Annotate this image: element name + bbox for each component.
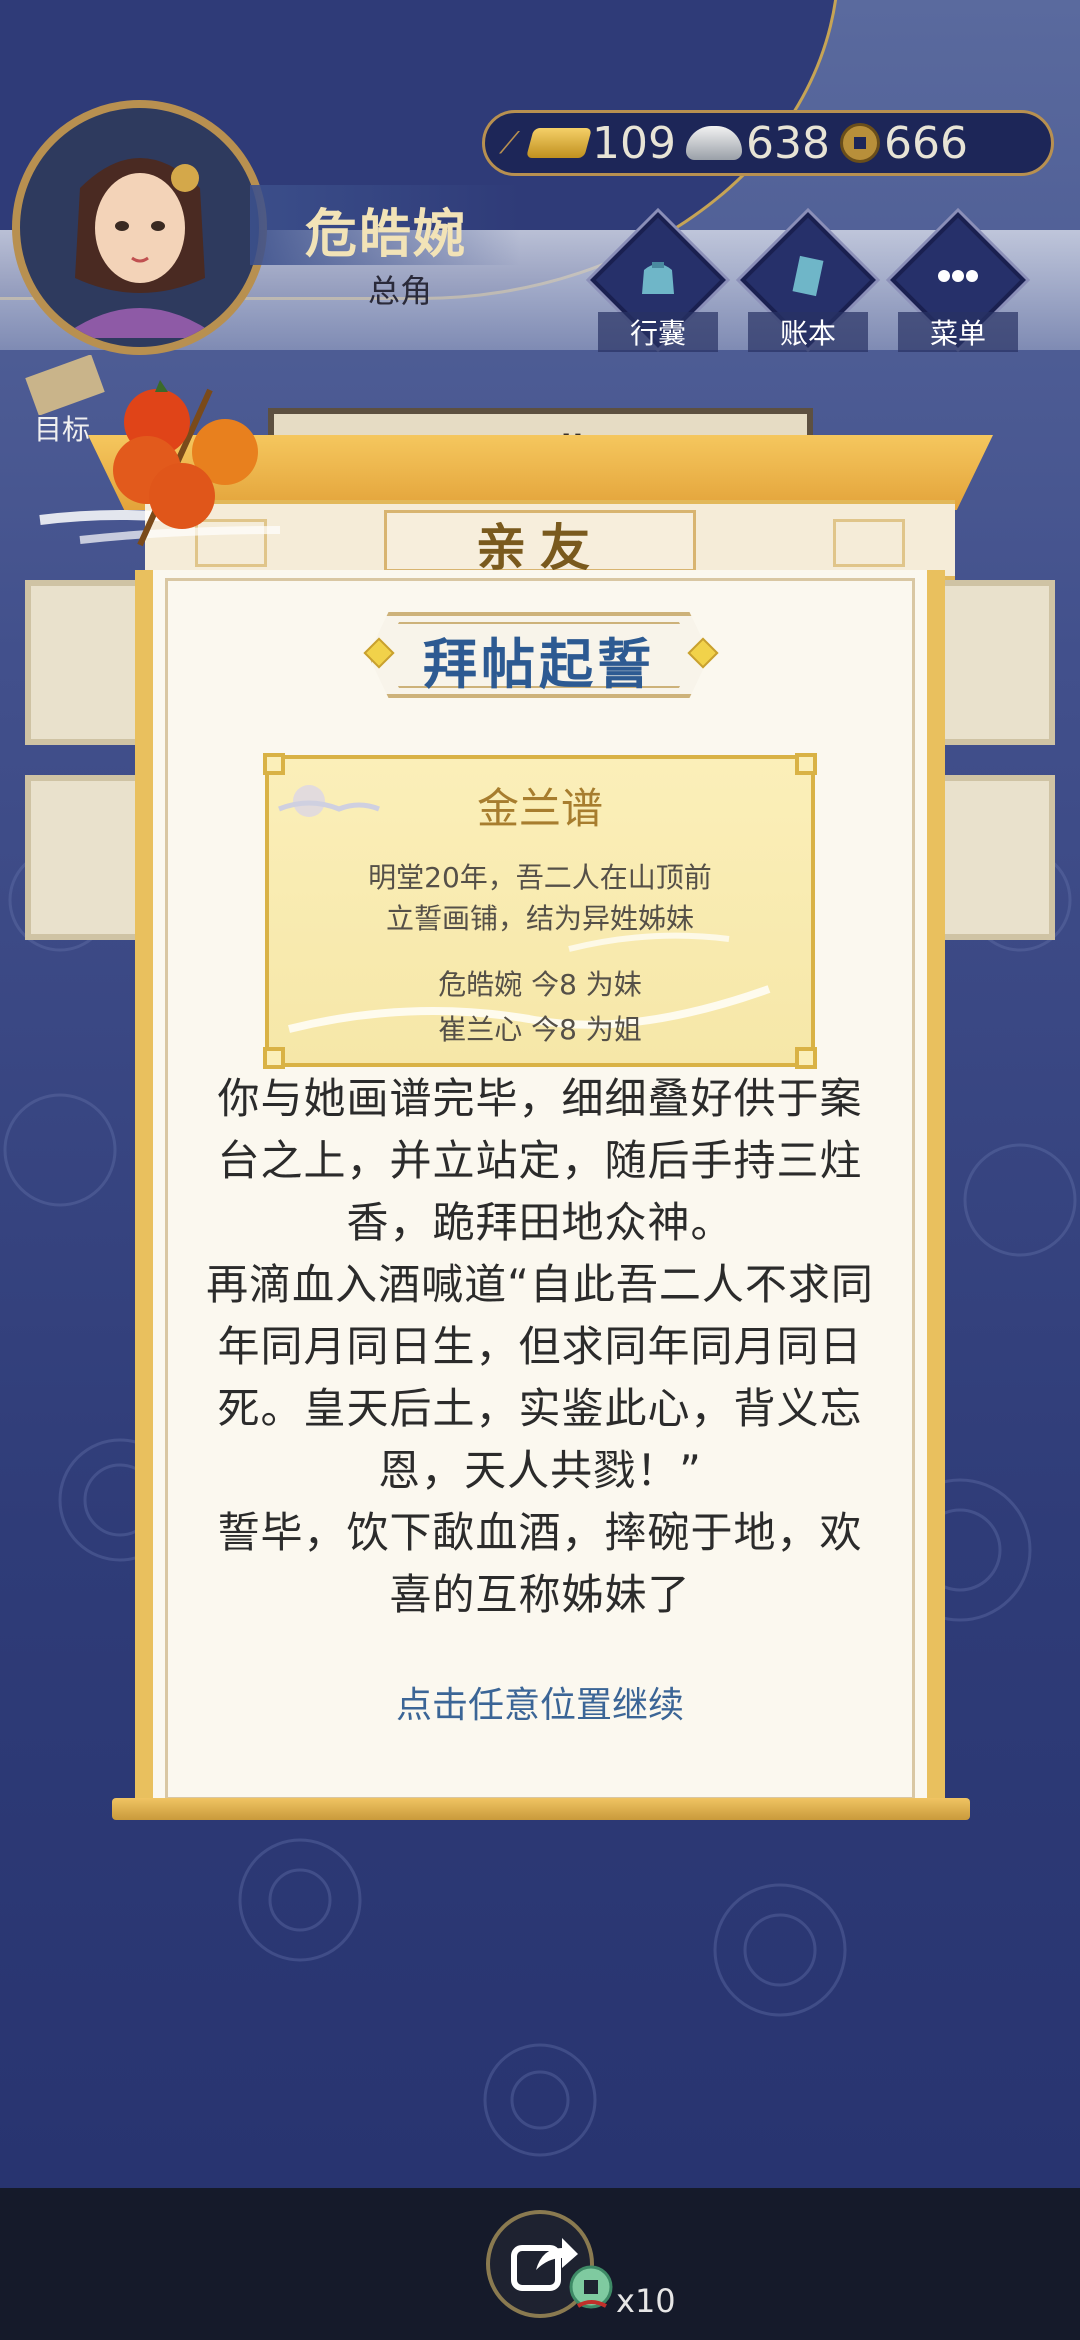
gold-currency[interactable]: 109: [525, 117, 676, 169]
side-card: [935, 580, 1055, 745]
player-avatar[interactable]: [12, 100, 267, 355]
more-icon: [938, 270, 978, 282]
certificate-line: 明堂20年，吾二人在山顶前: [368, 861, 712, 894]
silver-amount: 638: [745, 117, 830, 169]
jade-coin-icon: [569, 2265, 613, 2309]
coin-currency[interactable]: 666: [839, 117, 968, 169]
player-role: 总角: [368, 272, 433, 310]
story-paragraph: 再滴血入酒喊道“自此吾二人不求同年同月同日生，但求同年同月同日死。皇天后土，实鉴…: [206, 1260, 874, 1495]
side-card: [25, 580, 145, 745]
bag-button[interactable]: 行囊: [590, 212, 726, 352]
continue-hint[interactable]: 点击任意位置继续: [200, 1676, 880, 1728]
certificate-line: 立誓画铺，结为异姓姊妹: [385, 902, 694, 935]
bamboo-icon: ⟋: [499, 125, 520, 161]
silver-ingot-icon: [685, 126, 742, 160]
silver-currency[interactable]: 638: [685, 117, 830, 169]
share-count: x10: [616, 2282, 676, 2320]
story-text: 你与她画谱完毕，细细叠好供于案台之上，并立站定，随后手持三炷香，跪拜田地众神。 …: [200, 1068, 880, 1626]
gold-amount: 109: [592, 117, 676, 169]
certificate-title: 金兰谱: [476, 784, 603, 833]
bag-icon: [642, 262, 674, 294]
currency-bar: ⟋ 109 638 666: [482, 110, 1054, 176]
bag-label: 行囊: [598, 312, 718, 352]
copper-coin-icon: [839, 123, 880, 163]
panel-heading: 拜帖起誓: [423, 633, 655, 696]
ledger-icon: [792, 255, 824, 297]
story-paragraph: 誓毕，饮下歃血酒，摔碗于地，欢喜的互称姊妹了: [217, 1508, 863, 1619]
certificate-member: 危皓婉 今8 为妹: [438, 968, 642, 1001]
ledger-label: 账本: [748, 312, 868, 352]
ledger-button[interactable]: 账本: [740, 212, 876, 352]
side-card: [935, 775, 1055, 940]
candied-fruit-icon: [39, 380, 281, 547]
scroll-bottom-rod: [112, 1798, 970, 1820]
certificate-member: 崔兰心 今8 为姐: [438, 1013, 642, 1046]
side-card: [25, 775, 145, 940]
coin-amount: 666: [883, 117, 968, 169]
menu-button[interactable]: 菜单: [890, 212, 1026, 352]
gold-ingot-icon: [525, 128, 593, 158]
player-name: 危皓婉: [305, 204, 468, 265]
story-paragraph: 你与她画谱完毕，细细叠好供于案台之上，并立站定，随后手持三炷香，跪拜田地众神。: [217, 1074, 863, 1247]
menu-label: 菜单: [898, 312, 1018, 352]
